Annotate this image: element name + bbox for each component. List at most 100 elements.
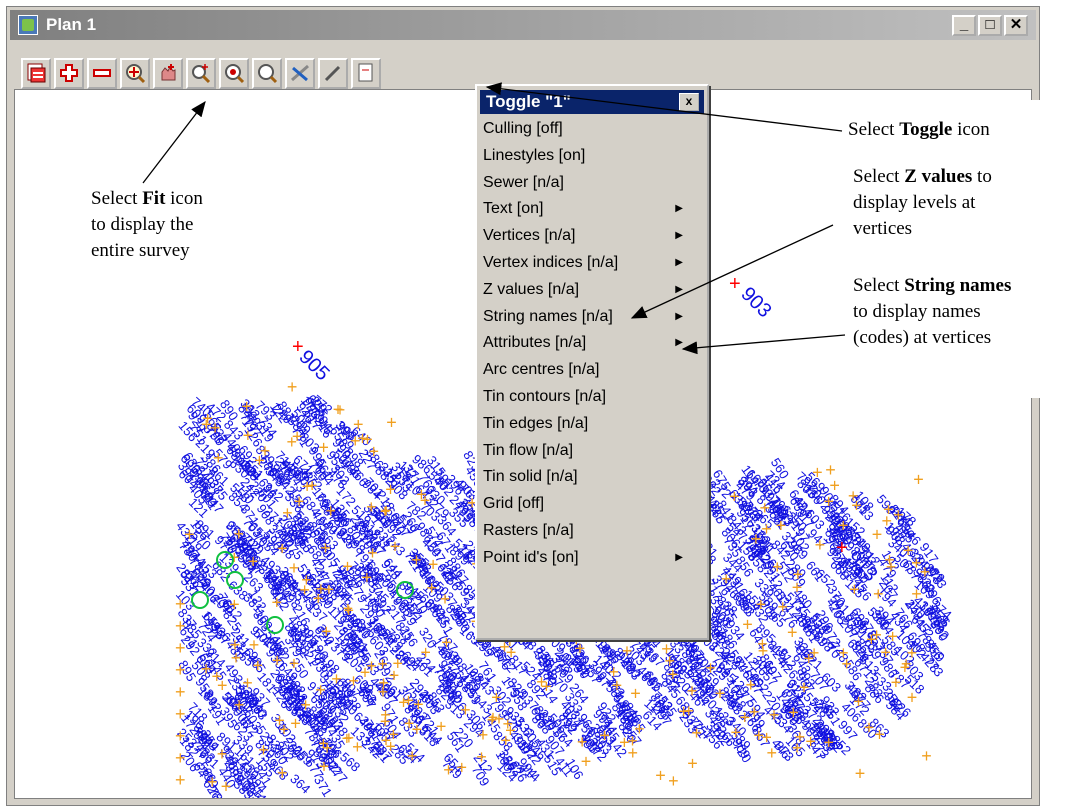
survey-point-marker: + [772, 557, 783, 577]
menu-item-rasters-n-a[interactable]: Rasters [n/a] [483, 518, 703, 544]
survey-point-marker: + [217, 744, 228, 764]
menu-item-arc-centres-n-a[interactable]: Arc centres [n/a] [483, 357, 703, 383]
survey-point-marker: + [241, 397, 252, 417]
menu-item-label: Tin flow [n/a] [483, 441, 574, 459]
menu-item-attributes-n-a[interactable]: Attributes [n/a] ▶ [483, 330, 703, 356]
fit-button[interactable] [120, 58, 150, 89]
survey-point-marker: + [277, 538, 288, 558]
survey-point-marker: + [282, 503, 293, 523]
survey-point-marker: + [207, 772, 218, 792]
minimize-button[interactable]: _ [952, 15, 976, 36]
menu-item-culling-off[interactable]: Culling [off] [483, 116, 703, 142]
survey-point-marker: + [577, 732, 588, 752]
annotation-panel [783, 100, 1081, 398]
title-bar[interactable]: Plan 1 _ □ ✕ [10, 10, 1036, 40]
survey-point-marker: + [294, 492, 305, 512]
survey-point-marker: + [691, 723, 702, 743]
menu-item-linestyles-on[interactable]: Linestyles [on] [483, 143, 703, 169]
menu-item-tin-edges-n-a[interactable]: Tin edges [n/a] [483, 411, 703, 437]
survey-point-marker: + [301, 570, 312, 590]
survey-point-marker: + [884, 550, 895, 570]
menu-item-label: Sewer [n/a] [483, 173, 564, 191]
survey-point-marker: + [874, 725, 885, 745]
survey-point-marker: + [380, 705, 391, 725]
survey-point-marker: + [175, 638, 186, 658]
menu-item-text-on[interactable]: Text [on] ▶ [483, 196, 703, 222]
survey-point-marker: + [805, 732, 816, 752]
survey-point-marker: + [499, 637, 510, 657]
survey-point-marker: + [740, 707, 751, 727]
survey-point-marker: + [815, 535, 826, 555]
survey-point-marker: + [343, 599, 354, 619]
menu-item-label: String names [n/a] [483, 307, 613, 325]
menu-item-string-names-n-a[interactable]: String names [n/a] ▶ [483, 304, 703, 330]
submenu-arrow-icon: ▶ [675, 257, 683, 268]
survey-point-marker: + [757, 634, 768, 654]
zoom-center-button[interactable] [219, 58, 249, 89]
survey-point-marker: + [778, 597, 789, 617]
survey-point-marker: + [457, 758, 468, 778]
survey-point-marker: + [749, 702, 760, 722]
pan-button[interactable] [153, 58, 183, 89]
zoom-window-button[interactable] [186, 58, 216, 89]
survey-point-marker: + [217, 676, 228, 696]
survey-point-marker: + [411, 550, 422, 570]
close-button[interactable]: ✕ [1004, 15, 1028, 36]
submenu-arrow-icon: ▶ [675, 337, 683, 349]
survey-point-marker: + [322, 738, 333, 758]
survey-point-marker: + [253, 656, 264, 676]
menu-item-label: Vertex indices [n/a] [483, 254, 619, 271]
survey-point-marker: + [655, 766, 666, 786]
survey-point-marker: + [234, 695, 245, 715]
survey-point-marker: + [321, 622, 332, 642]
survey-point-marker: + [357, 429, 368, 449]
survey-point-marker: + [436, 717, 447, 737]
menu-item-vertex-indices-n-a[interactable]: Vertex indices [n/a] ▶ [483, 250, 703, 276]
survey-point-marker: + [229, 595, 240, 615]
survey-point-marker: + [855, 763, 866, 783]
survey-point-marker: + [404, 714, 415, 734]
menu-item-tin-solid-n-a[interactable]: Tin solid [n/a] [483, 464, 703, 490]
survey-point-marker: + [260, 441, 271, 461]
survey-point-marker: + [420, 490, 431, 510]
survey-point-marker: + [243, 425, 254, 445]
edit-button[interactable] [318, 58, 348, 89]
menu-item-tin-flow-n-a[interactable]: Tin flow [n/a] [483, 438, 703, 464]
menu-item-label: Tin solid [n/a] [483, 468, 578, 486]
magnifier-icon [258, 64, 278, 84]
zoom-select-button[interactable] [252, 58, 282, 89]
zoom-out-button[interactable] [87, 58, 117, 89]
toggle-button[interactable] [285, 58, 315, 89]
menu-item-label: Tin contours [n/a] [483, 388, 607, 405]
menu-item-tin-contours-n-a[interactable]: Tin contours [n/a] [483, 384, 703, 410]
menu-item-sewer-n-a[interactable]: Sewer [n/a] [483, 170, 703, 196]
menu-item-label: Text [on] [483, 200, 544, 218]
toggle-menu-title-bar[interactable]: Toggle "1" x [480, 90, 704, 114]
survey-point-marker: + [630, 684, 641, 704]
survey-point-marker: + [622, 641, 633, 661]
survey-point-marker: + [687, 754, 698, 774]
zoom-in-button[interactable] [54, 58, 84, 89]
survey-point-marker: + [213, 448, 224, 468]
menu-item-vertices-n-a[interactable]: Vertices [n/a] ▶ [483, 223, 703, 249]
survey-point-marker: + [362, 568, 373, 588]
survey-point-marker: + [440, 589, 451, 609]
export-button[interactable] [351, 58, 381, 89]
survey-point-marker: + [443, 760, 454, 780]
menu-item-point-id-s-on[interactable]: Point id's [on] ▶ [483, 545, 703, 571]
menu-item-grid-off[interactable]: Grid [off] [483, 491, 703, 517]
point-marker-903: + [729, 273, 741, 295]
menu-close-button[interactable]: x [679, 93, 699, 111]
survey-point-marker: + [721, 569, 732, 589]
survey-point-marker: + [348, 671, 359, 691]
menu-item-z-values-n-a[interactable]: Z values [n/a] ▶ [483, 277, 703, 303]
survey-point-marker: + [792, 578, 803, 598]
maximize-button[interactable]: □ [978, 15, 1002, 36]
survey-point-marker: + [769, 705, 780, 725]
survey-point-marker: + [287, 377, 298, 397]
layers-button[interactable] [21, 58, 51, 89]
menu-item-label: Tin edges [n/a] [483, 414, 589, 432]
survey-point-marker: + [378, 682, 389, 702]
survey-point-marker: + [838, 643, 849, 663]
survey-point-marker: + [853, 691, 864, 711]
